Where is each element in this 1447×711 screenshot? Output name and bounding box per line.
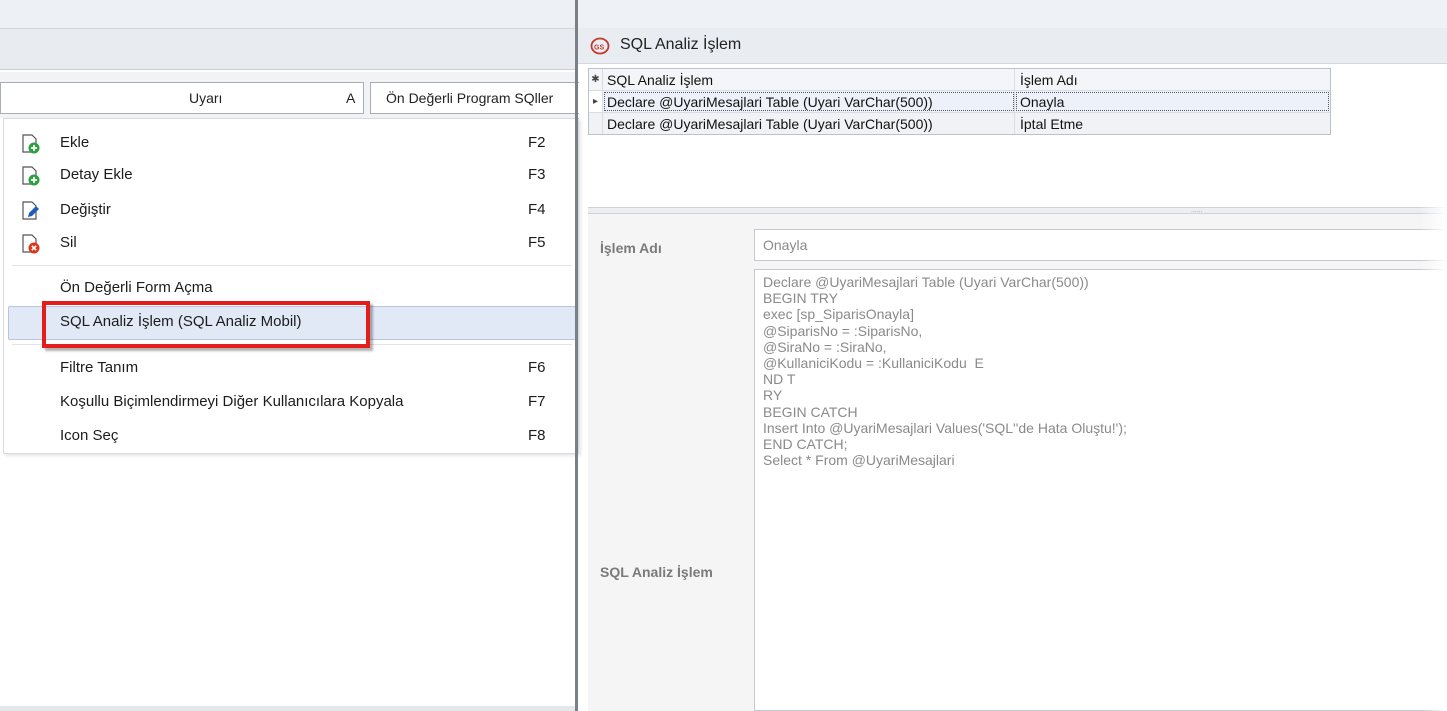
left-window-toolbar <box>0 28 578 70</box>
menu-item-on-degerli-form-acma[interactable]: Ön Değerli Form Açma <box>8 272 576 304</box>
menu-item-shortcut: F4 <box>528 201 546 218</box>
menu-item-degistir[interactable]: Değiştir F4 <box>8 194 576 226</box>
sql-code-line: BEGIN TRY <box>763 290 838 307</box>
edit-icon <box>20 200 42 222</box>
sql-code-line: BEGIN CATCH <box>763 403 858 420</box>
svg-text:GS: GS <box>594 45 604 52</box>
sql-code-line: Insert Into @UyariMesajlari Values('SQL'… <box>763 419 1127 436</box>
menu-item-shortcut: F3 <box>528 166 546 183</box>
right-window-topstrip <box>578 0 1447 28</box>
column-header-on-degerli-label: Ön Değerli Program SQller <box>386 90 554 106</box>
menu-item-filtre-tanim[interactable]: Filtre Tanım F6 <box>8 352 576 384</box>
right-edge-fade <box>1420 70 1447 711</box>
add-icon <box>20 133 42 155</box>
menu-item-shortcut: F5 <box>528 234 546 251</box>
grid-form-splitter[interactable]: :::::: <box>588 207 1447 217</box>
islem-adi-label: İşlem Adı <box>600 240 662 256</box>
sql-code-line: Declare @UyariMesajlari Table (Uyari Var… <box>763 274 1089 290</box>
menu-item-label: Icon Seç <box>60 427 119 444</box>
sql-code-line: RY <box>763 387 783 404</box>
window-divider <box>575 0 578 711</box>
menu-item-shortcut: F7 <box>528 393 546 410</box>
menu-item-label: Sil <box>60 234 77 251</box>
menu-separator <box>12 265 572 266</box>
menu-item-ekle[interactable]: Ekle F2 <box>8 127 576 159</box>
grid-header-sql-analiz-islem[interactable]: SQL Analiz İşlem <box>603 69 1015 90</box>
grid-header-row: ✱ SQL Analiz İşlem İşlem Adı <box>589 69 1330 91</box>
grid-cell-islem-adi[interactable]: Onayla <box>1015 91 1330 112</box>
right-window-titlebar: GS SQL Analiz İşlem <box>578 28 1447 64</box>
islem-adi-field[interactable]: Onayla <box>754 229 1447 261</box>
menu-item-label: Detay Ekle <box>60 166 133 183</box>
menu-item-label: Ekle <box>60 134 90 151</box>
column-header-a-label: A <box>346 90 356 106</box>
sql-code-line: @SiraNo = :SiraNo, <box>763 338 887 355</box>
sql-code-line: exec [sp_SiparisOnayla] <box>763 306 914 323</box>
sql-code-line: END CATCH; <box>763 436 848 453</box>
new-row-icon[interactable]: ✱ <box>589 69 603 90</box>
sql-analiz-islem-editor[interactable]: Declare @UyariMesajlari Table (Uyari Var… <box>754 269 1447 711</box>
menu-item-shortcut: F2 <box>528 134 546 151</box>
add-detail-icon <box>20 165 42 187</box>
delete-icon <box>20 233 42 255</box>
context-menu: Ekle F2 Detay Ekle F3 Değiştir F4 Sil F5… <box>3 118 579 454</box>
sql-code-line: @SiparisNo = :SiparisNo, <box>763 322 923 339</box>
menu-item-label: Koşullu Biçimlendirmeyi Diğer Kullanıcıl… <box>60 393 404 410</box>
grid-header-islem-adi[interactable]: İşlem Adı <box>1015 69 1330 90</box>
row-indicator <box>589 113 603 134</box>
menu-item-label: Filtre Tanım <box>60 359 139 376</box>
detail-form: İşlem Adı Onayla SQL Analiz İşlem Declar… <box>588 214 1447 711</box>
sql-code-line: ND T <box>763 371 796 388</box>
sql-code-line: Select * From @UyariMesajlari <box>763 452 955 469</box>
sql-code-line: @KullaniciKodu = :KullaniciKodu E <box>763 355 984 372</box>
grid-cell-sql[interactable]: Declare @UyariMesajlari Table (Uyari Var… <box>603 91 1015 112</box>
column-header-uyari-label: Uyarı <box>189 90 223 106</box>
menu-item-shortcut: F6 <box>528 359 546 376</box>
table-row[interactable]: ▸ Declare @UyariMesajlari Table (Uyari V… <box>589 91 1330 113</box>
column-header-uyari[interactable]: Uyarı A <box>0 82 364 114</box>
annotation-highlight-box <box>42 301 370 348</box>
sql-analiz-app-icon: GS <box>590 37 610 55</box>
left-grid-header: Uyarı A Ön Değerli Program SQller <box>0 72 579 118</box>
left-window-topbar <box>0 0 578 28</box>
sql-analiz-grid-area: ✱ SQL Analiz İşlem İşlem Adı ▸ Declare @… <box>588 65 1447 208</box>
sql-analiz-islem-label: SQL Analiz İşlem <box>600 564 713 580</box>
menu-item-label: Değiştir <box>60 201 111 218</box>
window-title: SQL Analiz İşlem <box>620 36 742 53</box>
menu-item-detay-ekle[interactable]: Detay Ekle F3 <box>8 159 576 191</box>
column-header-on-degerli-program[interactable]: Ön Değerli Program SQller <box>370 82 579 114</box>
current-row-indicator-icon: ▸ <box>589 91 603 112</box>
menu-item-icon-sec[interactable]: Icon Seç F8 <box>8 420 576 452</box>
menu-item-shortcut: F8 <box>528 427 546 444</box>
table-row[interactable]: Declare @UyariMesajlari Table (Uyari Var… <box>589 113 1330 134</box>
sql-analiz-grid: ✱ SQL Analiz İşlem İşlem Adı ▸ Declare @… <box>588 68 1331 135</box>
menu-item-sil[interactable]: Sil F5 <box>8 227 576 259</box>
menu-item-label: Ön Değerli Form Açma <box>60 279 213 296</box>
menu-item-kosullu-bicimlendirme[interactable]: Koşullu Biçimlendirmeyi Diğer Kullanıcıl… <box>8 386 576 418</box>
grid-cell-islem-adi[interactable]: İptal Etme <box>1015 113 1330 134</box>
grid-cell-sql[interactable]: Declare @UyariMesajlari Table (Uyari Var… <box>603 113 1015 134</box>
left-window-bottom-strip <box>0 706 578 711</box>
